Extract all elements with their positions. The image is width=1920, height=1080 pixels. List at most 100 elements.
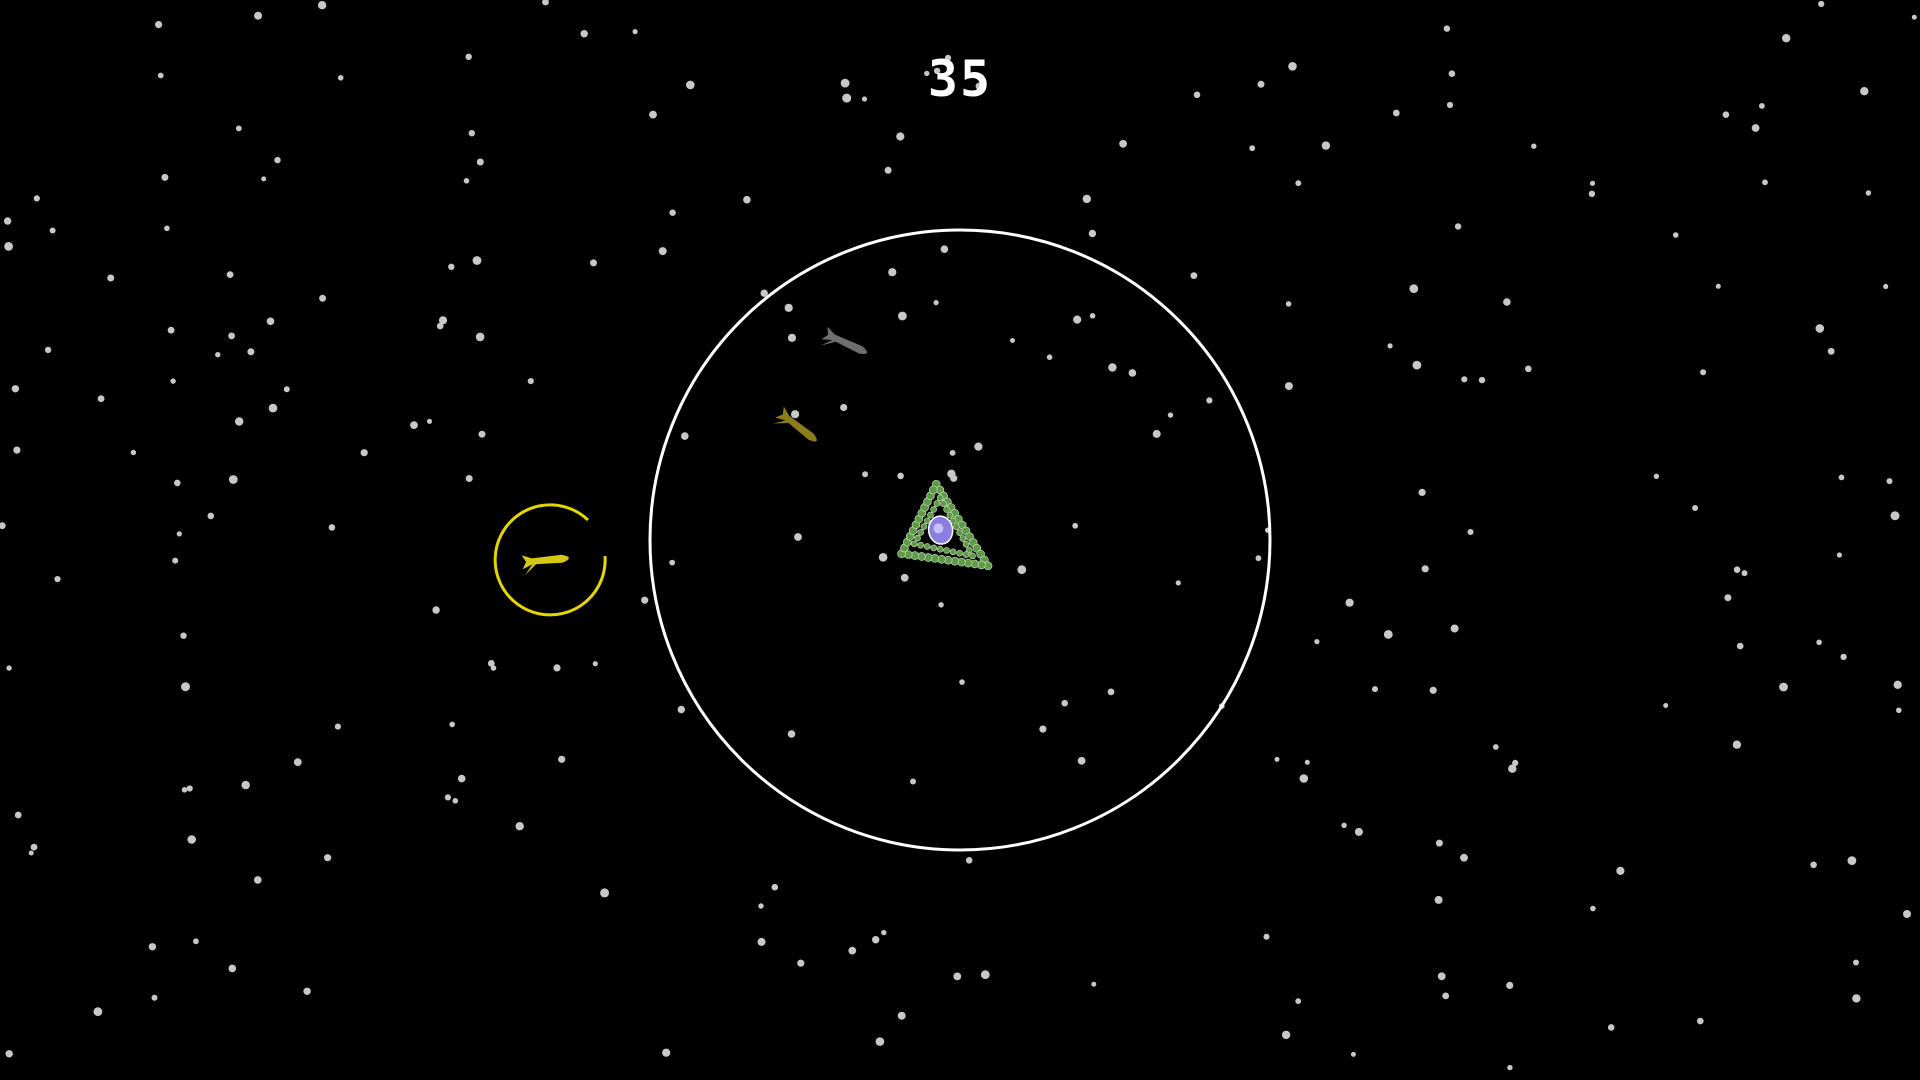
star xyxy=(1206,397,1213,404)
star xyxy=(872,936,880,944)
star xyxy=(174,479,181,487)
star xyxy=(558,755,566,763)
star xyxy=(1437,972,1446,981)
star xyxy=(1733,566,1741,573)
star xyxy=(1295,998,1302,1004)
star xyxy=(1852,994,1861,1003)
star xyxy=(649,110,657,119)
star xyxy=(1672,232,1679,238)
star xyxy=(410,421,418,429)
star xyxy=(787,730,796,738)
star xyxy=(283,386,290,393)
star xyxy=(478,430,486,438)
star xyxy=(1911,14,1917,20)
target-marker[interactable] xyxy=(493,503,607,617)
star xyxy=(186,785,193,792)
star xyxy=(1847,856,1857,865)
game-canvas[interactable]: 35 xyxy=(0,0,1920,1080)
star xyxy=(1249,145,1256,152)
star xyxy=(1460,853,1468,862)
star xyxy=(878,553,888,562)
star xyxy=(840,403,848,412)
star xyxy=(241,780,250,790)
star xyxy=(862,471,869,478)
star xyxy=(261,176,267,182)
star xyxy=(1853,959,1859,966)
star xyxy=(1304,759,1310,765)
star xyxy=(151,994,158,1001)
star xyxy=(1506,981,1514,990)
star xyxy=(974,442,983,451)
star xyxy=(187,835,196,844)
star xyxy=(490,665,497,671)
star xyxy=(1295,180,1302,187)
star xyxy=(1478,376,1486,384)
star xyxy=(897,1011,906,1020)
star xyxy=(1089,313,1096,319)
star xyxy=(164,225,170,232)
star xyxy=(757,937,766,946)
star xyxy=(148,943,157,951)
star xyxy=(1492,744,1499,750)
star xyxy=(1816,639,1822,646)
star xyxy=(11,385,20,393)
star xyxy=(1865,190,1872,196)
star xyxy=(4,242,13,251)
star xyxy=(940,245,949,253)
star xyxy=(228,475,238,484)
ship-core-icon xyxy=(927,515,954,545)
space-scene xyxy=(0,0,1917,1071)
star xyxy=(1383,630,1393,639)
missile-icon xyxy=(521,554,569,576)
star xyxy=(758,903,764,909)
star xyxy=(1508,764,1517,773)
star xyxy=(1751,124,1760,132)
star xyxy=(170,378,176,384)
star xyxy=(897,472,904,480)
star xyxy=(235,417,244,426)
star xyxy=(641,596,649,604)
star xyxy=(1341,822,1347,828)
star xyxy=(448,263,455,270)
star xyxy=(1715,283,1721,289)
star xyxy=(49,227,56,234)
star xyxy=(97,395,105,403)
star xyxy=(235,125,242,132)
star xyxy=(1088,229,1097,238)
star xyxy=(950,474,958,482)
star xyxy=(172,557,179,564)
score-counter: 35 xyxy=(927,50,993,108)
star xyxy=(898,311,907,321)
star xyxy=(1108,363,1117,372)
star xyxy=(324,854,332,862)
star xyxy=(1827,347,1835,355)
star xyxy=(1412,360,1422,370)
star xyxy=(432,606,440,614)
star xyxy=(247,348,255,356)
star xyxy=(444,794,451,801)
star xyxy=(1190,272,1198,279)
star xyxy=(900,573,909,582)
star xyxy=(669,559,676,566)
star xyxy=(949,450,956,456)
star xyxy=(1903,910,1911,918)
missile-icon xyxy=(820,326,868,354)
star xyxy=(465,475,473,482)
star xyxy=(580,30,588,38)
star xyxy=(910,778,916,785)
star xyxy=(176,531,182,537)
star xyxy=(1429,686,1437,694)
star xyxy=(1531,143,1537,149)
star xyxy=(1700,369,1707,376)
star xyxy=(1167,412,1174,418)
star xyxy=(180,632,187,639)
star xyxy=(1128,369,1137,377)
star xyxy=(1350,1051,1356,1057)
star xyxy=(449,721,456,728)
player-ship-icon[interactable] xyxy=(888,474,993,582)
star xyxy=(1434,895,1443,904)
star xyxy=(881,929,887,936)
star xyxy=(319,294,327,302)
star xyxy=(1418,488,1426,496)
star xyxy=(1590,905,1596,912)
